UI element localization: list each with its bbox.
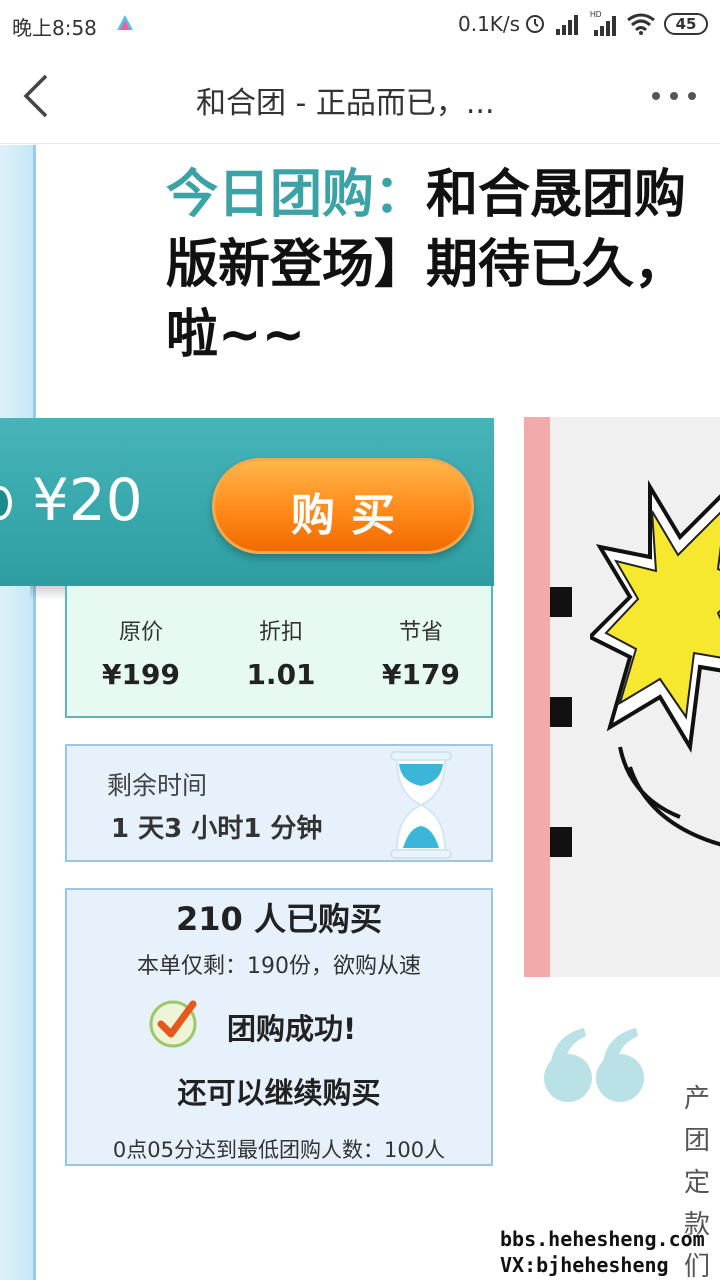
text-fragment: 定 xyxy=(684,1168,711,1198)
stat-discount: 折扣 1.01 xyxy=(211,614,351,691)
hourglass-icon xyxy=(390,751,452,859)
app-notification-icon xyxy=(117,15,133,30)
text-fragment: 产 xyxy=(684,1084,711,1114)
signal-icon xyxy=(556,15,578,35)
stat-value: 1.01 xyxy=(246,658,316,691)
text-fragment: 团 xyxy=(684,1126,711,1156)
back-chevron-icon[interactable] xyxy=(16,70,64,122)
network-speed: 0.1K/s xyxy=(458,12,521,36)
status-time: 晚上8:58 xyxy=(12,16,97,40)
headline-label: 今日团购： xyxy=(166,165,427,225)
status-bar: 晚上8:58 0.1K/s HD 45 xyxy=(0,0,720,48)
image-mark xyxy=(550,587,572,617)
stat-label: 节省 xyxy=(398,620,443,645)
group-buy-success: 团购成功! xyxy=(227,1012,357,1046)
image-mark xyxy=(550,827,572,857)
alarm-icon xyxy=(526,15,544,33)
stat-value: ¥199 xyxy=(102,658,180,691)
quote-mark-icon xyxy=(544,1028,644,1102)
watermark-line-1: bbs.hehesheng.com xyxy=(500,1227,705,1251)
continue-buying: 还可以继续购买 xyxy=(177,1076,381,1110)
headline-line-1: 今日团购：和合晟团购 xyxy=(166,160,720,230)
watermark: bbs.hehesheng.com VX:bjhehesheng xyxy=(500,1226,705,1278)
product-image xyxy=(524,417,720,977)
remaining-stock: 本单仅剩：190份，欲购从速 xyxy=(137,954,421,979)
page-title: 和合团 - 正品而已，... xyxy=(196,86,495,121)
hd-signal-icon: HD xyxy=(590,10,616,36)
buy-button-label: 购买 xyxy=(291,490,411,541)
checkmark-icon xyxy=(149,1000,197,1048)
headline-line-2: 版新登场】期待已久， xyxy=(166,235,687,295)
price-stats: 原价 ¥199 折扣 1.01 节省 ¥179 xyxy=(65,586,493,718)
remaining-time-box: 剩余时间 1 天3 小时1 分钟 xyxy=(65,744,493,862)
buy-button[interactable]: 购买 xyxy=(212,458,474,554)
stat-label: 原价 xyxy=(118,620,163,645)
battery-icon: 45 xyxy=(664,13,708,35)
stat-original-price: 原价 ¥199 xyxy=(71,614,211,691)
more-dots-icon[interactable] xyxy=(648,84,700,108)
image-mark xyxy=(550,697,572,727)
purchase-info-box: 210 人已购买 本单仅剩：190份，欲购从速 团购成功! 还可以继续购买 0点… xyxy=(65,888,493,1166)
deal-headline: 今日团购：和合晟团购 版新登场】期待已久， 啦~~ xyxy=(166,160,720,370)
comic-burst-graphic xyxy=(590,479,720,847)
bought-count: 210 人已购买 xyxy=(176,900,382,938)
left-decorative-strip xyxy=(0,145,36,1280)
minimum-buyers-info: 0点05分达到最低团购人数：100人 xyxy=(112,1138,446,1162)
svg-text:HD: HD xyxy=(590,10,602,19)
title-bar: 和合团 - 正品而已，... xyxy=(0,48,720,144)
remaining-time-value: 1 天3 小时1 分钟 xyxy=(111,814,323,844)
headline-line1-text: 和合晟团购 xyxy=(426,165,687,225)
remaining-time-label: 剩余时间 xyxy=(107,771,208,800)
headline-line-3: 啦~~ xyxy=(166,305,306,365)
wifi-icon xyxy=(627,13,655,35)
stat-label: 折扣 xyxy=(258,620,303,645)
deal-price: ¥20 xyxy=(32,466,143,534)
stat-value: ¥179 xyxy=(382,658,460,691)
watermark-line-2: VX:bjhehesheng xyxy=(500,1253,669,1277)
stat-savings: 节省 ¥179 xyxy=(351,614,491,691)
